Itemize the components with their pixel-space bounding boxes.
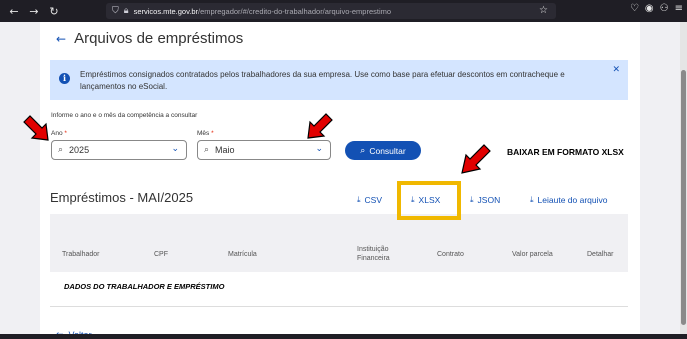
search-icon: ⌕	[360, 145, 366, 156]
table-title: Empréstimos - MAI/2025	[50, 190, 194, 205]
chevron-down-icon[interactable]: ⌄	[171, 144, 179, 154]
csv-label: CSV	[364, 195, 383, 205]
extensions-icon[interactable]: ⚇	[660, 3, 669, 14]
red-arrow-mes	[307, 113, 333, 139]
divider	[50, 306, 628, 307]
row-placeholder: DADOS DO TRABALHADOR E EMPRÉSTIMO	[64, 282, 225, 291]
consultar-label: Consultar	[369, 145, 406, 156]
table-row: DADOS DO TRABALHADOR E EMPRÉSTIMO	[50, 272, 628, 302]
url-path: /empregador/#/credito-do-trabalhador/arq…	[198, 6, 392, 16]
ano-value: 2025	[69, 145, 90, 155]
consultar-button[interactable]: ⌕ Consultar	[345, 141, 421, 160]
info-alert: i Empréstimos consignados contratados pe…	[50, 60, 628, 100]
menu-icon[interactable]: ≡	[675, 3, 683, 14]
col-contrato: Contrato	[437, 251, 464, 258]
xlsx-highlight-box	[397, 181, 461, 220]
reload-icon[interactable]: ↻	[46, 5, 62, 18]
info-icon: i	[59, 73, 70, 84]
download-icon: ⤓	[470, 195, 474, 204]
url-bar[interactable]: ⛉ 🔒︎ servicos.mte.gov.br/empregador/#/cr…	[106, 3, 556, 19]
ano-select[interactable]: ⌕ 2025 ⌄	[51, 140, 187, 160]
back-icon[interactable]: ←	[6, 5, 22, 18]
scroll-thumb[interactable]	[681, 70, 686, 325]
pocket-icon[interactable]: ♡	[630, 3, 639, 14]
page-title: Arquivos de empréstimos	[74, 30, 244, 47]
search-icon: ⌕	[204, 145, 210, 155]
col-cpf: CPF	[154, 251, 168, 258]
back-arrow-icon[interactable]: ←	[56, 32, 66, 46]
col-valor-parcela: Valor parcela	[512, 251, 553, 258]
forward-icon[interactable]: →	[26, 5, 42, 18]
download-json-link[interactable]: ⤓ JSON	[470, 195, 500, 205]
callout-text: BAIXAR EM FORMATO XLSX	[507, 147, 624, 157]
shield-icon: ⛉	[112, 6, 119, 16]
json-label: JSON	[477, 195, 501, 205]
mes-label: Mês *	[197, 130, 214, 137]
account-icon[interactable]: ◉	[645, 3, 654, 14]
search-icon: ⌕	[58, 145, 64, 155]
scrollbar[interactable]	[680, 22, 687, 339]
mes-label-text: Mês	[197, 130, 210, 137]
mes-value: Maio	[215, 145, 235, 155]
url-host: servicos.mte.gov.br	[133, 6, 199, 16]
download-csv-link[interactable]: ⤓ CSV	[357, 195, 382, 205]
close-icon[interactable]: ✕	[612, 65, 620, 75]
col-detalhar: Detalhar	[587, 251, 614, 258]
leiaute-label: Leiaute do arquivo	[537, 195, 608, 205]
annotation-callout: BAIXAR EM FORMATO XLSX	[492, 139, 640, 163]
url-text: servicos.mte.gov.br/empregador/#/credito…	[134, 7, 391, 16]
red-arrow-xlsx	[461, 144, 491, 174]
col-trabalhador: Trabalhador	[62, 251, 100, 258]
col-instituicao: Instituição Financeira	[357, 246, 390, 262]
col-matricula: Matrícula	[228, 251, 257, 258]
lock-icon: 🔒︎	[123, 6, 129, 16]
bottom-bar	[0, 334, 687, 339]
download-icon: ⤓	[357, 195, 361, 204]
browser-toolbar: ← → ↻ ⛉ 🔒︎ servicos.mte.gov.br/empregado…	[0, 0, 687, 22]
red-arrow-ano	[23, 115, 49, 141]
page-content: ← Arquivos de empréstimos i Empréstimos …	[40, 22, 640, 339]
download-leiaute-link[interactable]: ⤓ Leiaute do arquivo	[530, 195, 608, 205]
alert-text: Empréstimos consignados contratados pelo…	[80, 70, 565, 91]
table-header: Trabalhador CPF Matrícula Instituição Fi…	[50, 214, 628, 272]
bookmark-star-icon[interactable]: ☆	[539, 5, 548, 16]
download-icon: ⤓	[530, 195, 534, 204]
chevron-down-icon[interactable]: ⌄	[315, 144, 323, 154]
form-instruction: Informe o ano e o mês da competência a c…	[51, 112, 198, 119]
